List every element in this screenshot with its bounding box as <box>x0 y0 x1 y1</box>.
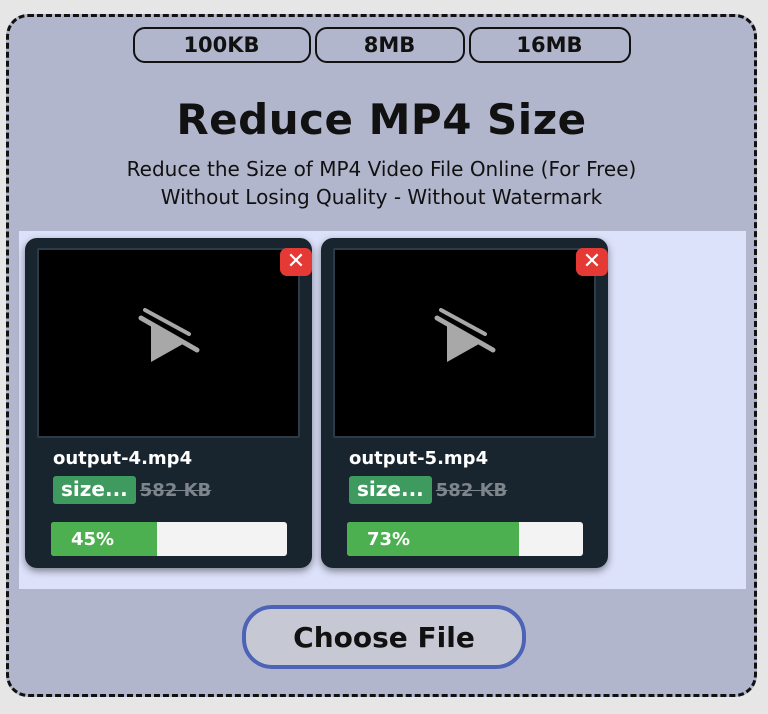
compressed-size-badge: size... <box>53 476 136 504</box>
page-subtitle: Reduce the Size of MP4 Video File Online… <box>9 155 754 211</box>
file-name: output-5.mp4 <box>349 448 489 469</box>
video-off-icon <box>138 308 200 362</box>
preset-8mb-button[interactable]: 8MB <box>314 27 465 63</box>
page-title: Reduce MP4 Size <box>176 95 587 144</box>
remove-file-button[interactable]: ✕ <box>280 248 312 276</box>
preset-100kb-button[interactable]: 100KB <box>132 27 311 63</box>
progress-bar: 73% <box>347 522 583 556</box>
progress-fill: 73% <box>347 522 520 556</box>
video-preview[interactable] <box>37 248 300 438</box>
remove-file-button[interactable]: ✕ <box>576 248 608 276</box>
subtitle-line-1: Reduce the Size of MP4 Video File Online… <box>126 157 637 181</box>
file-card: ✕ output-4.mp4 size... 582 KB 45% <box>25 238 312 568</box>
original-size: 582 KB <box>139 479 212 501</box>
file-name: output-4.mp4 <box>53 448 193 469</box>
size-row: size... 582 KB <box>349 476 507 504</box>
video-preview[interactable] <box>333 248 596 438</box>
progress-label: 73% <box>367 528 411 550</box>
subtitle-line-2: Without Losing Quality - Without Waterma… <box>160 185 603 209</box>
file-card: ✕ output-5.mp4 size... 582 KB 73% <box>321 238 608 568</box>
preset-16mb-button[interactable]: 16MB <box>468 27 631 63</box>
progress-fill: 45% <box>51 522 158 556</box>
progress-bar: 45% <box>51 522 287 556</box>
progress-label: 45% <box>71 528 115 550</box>
size-preset-group: 100KB 8MB 16MB <box>9 27 754 63</box>
choose-file-button[interactable]: Choose File <box>242 605 526 669</box>
compressed-size-badge: size... <box>349 476 432 504</box>
size-row: size... 582 KB <box>53 476 211 504</box>
file-list: ✕ output-4.mp4 size... 582 KB 45% ✕ outp… <box>19 231 746 589</box>
original-size: 582 KB <box>435 479 508 501</box>
compressor-panel: 100KB 8MB 16MB Reduce MP4 Size Reduce th… <box>6 14 757 697</box>
video-off-icon <box>434 308 496 362</box>
